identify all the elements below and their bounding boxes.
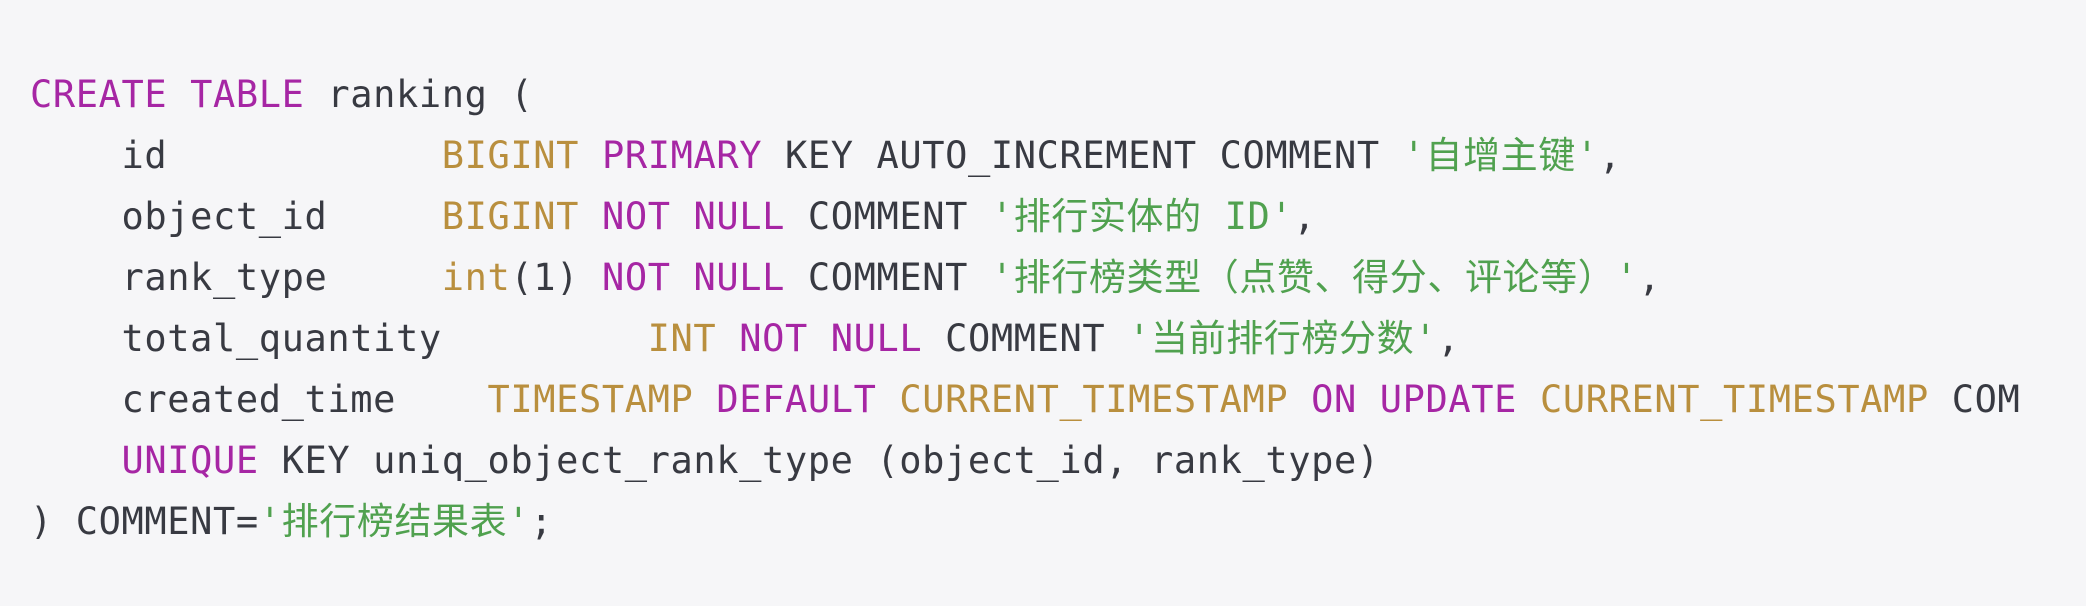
code-token-kw: NULL bbox=[693, 195, 785, 238]
code-token-kw: UPDATE bbox=[1379, 378, 1518, 421]
code-token-plain: created_time bbox=[30, 378, 488, 421]
code-token-plain: KEY AUTO_INCREMENT COMMENT bbox=[762, 134, 1403, 177]
code-token-plain: COM bbox=[1928, 378, 2021, 421]
code-token-kw: UNIQUE bbox=[121, 439, 259, 482]
code-line: UNIQUE KEY uniq_object_rank_type (object… bbox=[30, 430, 2086, 491]
code-token-plain: COMMENT bbox=[784, 256, 991, 299]
code-token-str: '当前排行榜分数' bbox=[1128, 317, 1438, 360]
code-token-type: TIMESTAMP bbox=[487, 378, 694, 421]
code-token-type: CURRENT_TIMESTAMP bbox=[1539, 378, 1929, 421]
code-token-plain: (1) bbox=[510, 256, 602, 299]
code-line: rank_type int(1) NOT NULL COMMENT '排行榜类型… bbox=[30, 247, 2086, 308]
code-token-plain: ; bbox=[530, 500, 554, 543]
code-token-str: '自增主键' bbox=[1402, 134, 1599, 177]
code-token-type: BIGINT bbox=[441, 134, 580, 177]
code-line: object_id BIGINT NOT NULL COMMENT '排行实体的… bbox=[30, 186, 2086, 247]
code-token-kw: ON bbox=[1311, 378, 1357, 421]
code-token-plain: , bbox=[1598, 134, 1622, 177]
code-token-type: int bbox=[441, 256, 511, 299]
code-token-plain: , bbox=[1638, 256, 1662, 299]
code-token-type: CURRENT_TIMESTAMP bbox=[899, 378, 1289, 421]
code-token-plain: ) COMMENT= bbox=[30, 500, 259, 543]
code-token-kw: CREATE bbox=[30, 73, 168, 116]
code-token-kw: NULL bbox=[693, 256, 785, 299]
code-token-plain: total_quantity bbox=[30, 317, 648, 360]
code-token-str: '排行榜结果表' bbox=[258, 500, 531, 543]
code-token-kw: PRIMARY bbox=[601, 134, 763, 177]
code-line: ) COMMENT='排行榜结果表'; bbox=[30, 491, 2086, 552]
sql-code-block: CREATE TABLE ranking ( id BIGINT PRIMARY… bbox=[0, 0, 2086, 606]
code-token-plain: object_id bbox=[30, 195, 442, 238]
code-token-plain: ranking ( bbox=[304, 73, 534, 116]
code-token-plain: rank_type bbox=[30, 256, 442, 299]
code-token-plain: , bbox=[1293, 195, 1317, 238]
code-line: created_time TIMESTAMP DEFAULT CURRENT_T… bbox=[30, 369, 2086, 430]
code-token-kw: NOT bbox=[601, 195, 671, 238]
code-line: total_quantity INT NOT NULL COMMENT '当前排… bbox=[30, 308, 2086, 369]
code-token-str: '排行榜类型（点赞、得分、评论等）' bbox=[990, 256, 1639, 299]
code-token-kw: NOT bbox=[739, 317, 808, 360]
code-lines: CREATE TABLE ranking ( id BIGINT PRIMARY… bbox=[30, 64, 2086, 552]
code-token-kw: NULL bbox=[830, 317, 923, 360]
code-line: id BIGINT PRIMARY KEY AUTO_INCREMENT COM… bbox=[30, 125, 2086, 186]
code-token-plain: KEY uniq_object_rank_type (object_id, ra… bbox=[258, 439, 1380, 482]
code-line: CREATE TABLE ranking ( bbox=[30, 64, 2086, 125]
code-token-plain: COMMENT bbox=[922, 317, 1129, 360]
code-token-type: INT bbox=[647, 317, 717, 360]
code-token-kw: DEFAULT bbox=[716, 378, 877, 421]
code-token-plain: , bbox=[1437, 317, 1460, 360]
code-token-plain: COMMENT bbox=[784, 195, 991, 238]
code-token-type: BIGINT bbox=[441, 195, 580, 238]
code-token-kw: TABLE bbox=[190, 73, 305, 116]
code-token-kw: NOT bbox=[601, 256, 671, 299]
code-token-str: '排行实体的 ID' bbox=[990, 195, 1294, 238]
code-token-plain: id bbox=[30, 134, 442, 177]
